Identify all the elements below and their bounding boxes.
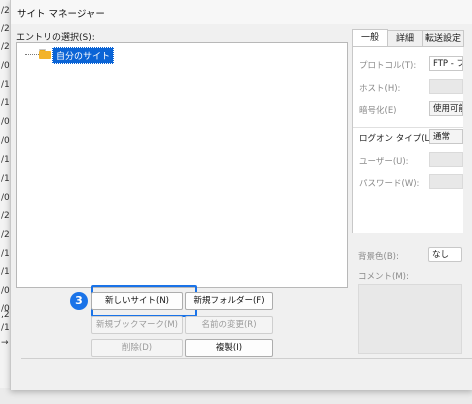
comment-label: コメント(M): [358, 272, 409, 282]
new-site-button[interactable]: 新しいサイト(N) [91, 292, 183, 310]
bg-glyph: /1 [1, 155, 10, 165]
bg-glyph: /1 [1, 98, 10, 108]
bg-glyph: /2 [1, 24, 10, 34]
tab-advanced[interactable]: 詳細 [387, 30, 423, 47]
duplicate-button[interactable]: 複製(I) [185, 339, 273, 357]
general-settings-panel: プロトコル(T): FTP - ファイ ホスト(H): 暗号化(E) 使用可能な… [352, 46, 463, 233]
host-input[interactable] [429, 79, 463, 94]
bg-glyph: /0 [1, 61, 10, 71]
bg-glyph: /1 [1, 174, 10, 184]
tree-connector-line [25, 54, 39, 55]
bg-glyph: /0 [1, 193, 10, 203]
bg-glyph: /1 [1, 267, 10, 277]
bg-glyph: /2 [1, 211, 10, 221]
encryption-select[interactable]: 使用可能な [429, 101, 463, 116]
bg-glyph: /0 [1, 286, 10, 296]
protocol-select[interactable]: FTP - ファイ [429, 56, 463, 71]
dialog-title: サイト マネージャー [17, 9, 105, 20]
bg-glyph: /0 [1, 136, 10, 146]
step-number-badge: 3 [70, 292, 88, 310]
panel-separator [353, 127, 463, 128]
password-input[interactable] [429, 174, 463, 189]
bg-glyph: /1 [1, 80, 10, 90]
protocol-label: プロトコル(T): [359, 61, 417, 71]
bg-glyph: /0 [1, 117, 10, 127]
bg-glyph: /2 [1, 230, 10, 240]
bg-glyph: /2 [1, 6, 10, 16]
site-tree[interactable]: 自分のサイト [16, 42, 348, 288]
password-label: パスワード(W): [359, 179, 420, 189]
delete-button[interactable]: 削除(D) [91, 339, 183, 357]
divider [21, 358, 472, 359]
bg-glyph: ,2 [1, 310, 10, 320]
background-taskbar-strip [0, 388, 472, 404]
user-input[interactable] [429, 152, 463, 167]
encryption-label: 暗号化(E) [359, 106, 397, 116]
tree-item-my-sites[interactable]: 自分のサイト [52, 47, 115, 64]
logon-type-label: ログオン タイプ(L): [359, 134, 436, 144]
tab-transfer-settings[interactable]: 転送設定 [422, 30, 464, 47]
new-bookmark-button[interactable]: 新規ブックマーク(M) [91, 316, 183, 334]
settings-tabs: 一般 詳細 転送設定 [352, 29, 464, 48]
rename-button[interactable]: 名前の変更(R) [185, 316, 273, 334]
bg-glyph: /2 [1, 42, 10, 52]
logon-type-select[interactable]: 通常 [429, 129, 463, 144]
comment-textarea[interactable] [358, 284, 462, 354]
background-color-value: なし [432, 250, 450, 260]
folder-icon [39, 49, 51, 59]
bg-glyph: /1 [1, 323, 10, 333]
background-color-select[interactable]: なし [428, 247, 462, 262]
background-color-label: 背景色(B): [358, 252, 399, 262]
bg-glyph: → [1, 338, 9, 348]
title-bar[interactable]: サイト マネージャー [11, 0, 472, 24]
bg-glyph: /1 [1, 249, 10, 259]
new-folder-button[interactable]: 新規フォルダー(F) [185, 292, 273, 310]
user-label: ユーザー(U): [359, 157, 409, 167]
host-label: ホスト(H): [359, 84, 401, 94]
